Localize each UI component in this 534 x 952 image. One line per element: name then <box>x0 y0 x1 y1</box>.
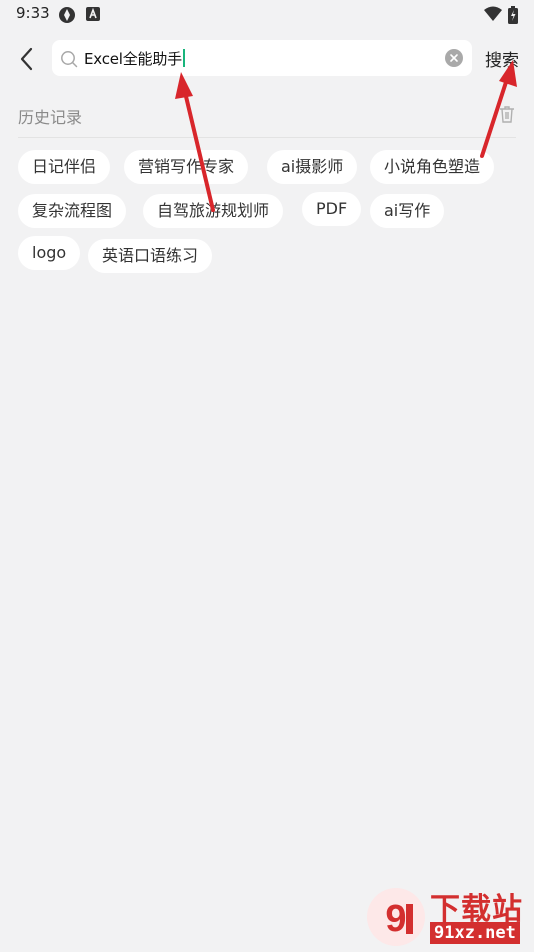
91-logo-icon: 9 <box>366 886 426 952</box>
clear-circle-icon <box>445 52 463 71</box>
search-input-value: Excel全能助手 <box>84 50 182 68</box>
search-header: Excel全能助手 搜索 <box>0 38 534 80</box>
status-bar: 9:33 <box>0 0 534 28</box>
clear-search-button[interactable] <box>445 49 463 67</box>
history-chip[interactable]: PDF <box>302 192 362 226</box>
history-chip[interactable]: ai摄影师 <box>267 150 358 184</box>
history-chip[interactable]: 英语口语练习 <box>88 239 213 273</box>
keyboard-a-icon <box>86 6 100 26</box>
annotation-arrow-search-input <box>175 72 215 212</box>
wifi-icon <box>484 6 502 26</box>
text-caret <box>182 49 185 67</box>
history-title: 历史记录 <box>18 108 83 127</box>
history-chip[interactable]: 复杂流程图 <box>18 194 127 228</box>
search-input[interactable]: Excel全能助手 <box>84 48 185 68</box>
watermark-url: 91xz.net <box>430 922 520 944</box>
history-chip[interactable]: logo <box>18 236 81 270</box>
history-chip[interactable]: 小说角色塑造 <box>370 150 495 184</box>
divider <box>18 137 516 138</box>
watermark: 9 下载站 91xz.net <box>362 882 534 950</box>
search-button[interactable]: 搜索 <box>485 46 519 71</box>
magnifier-icon <box>60 50 78 72</box>
battery-icon <box>508 6 518 28</box>
search-box[interactable]: Excel全能助手 <box>52 40 472 76</box>
history-chip[interactable]: 营销写作专家 <box>124 150 249 184</box>
clear-history-button[interactable] <box>497 104 517 128</box>
annotation-arrows <box>175 60 517 212</box>
chevron-left-icon <box>12 47 42 78</box>
svg-text:9: 9 <box>385 898 406 940</box>
history-chip[interactable]: 自驾旅游规划师 <box>143 194 284 228</box>
back-button[interactable] <box>12 44 42 74</box>
history-chip[interactable]: 日记伴侣 <box>18 150 111 184</box>
sync-icon <box>58 6 76 28</box>
status-time: 9:33 <box>16 4 50 22</box>
history-chip[interactable]: ai写作 <box>370 194 445 228</box>
trash-icon <box>497 106 517 128</box>
